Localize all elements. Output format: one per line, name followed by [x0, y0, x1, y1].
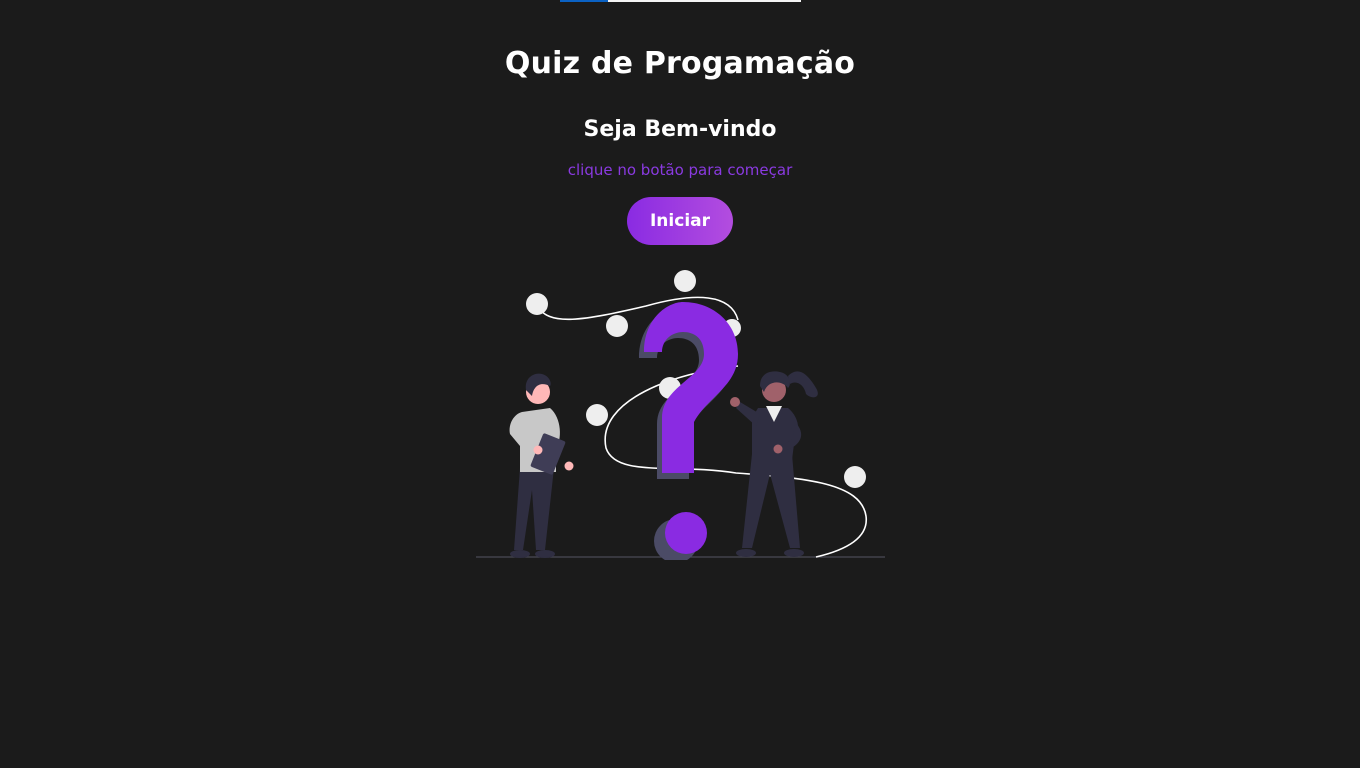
dot-icon: [526, 293, 548, 315]
start-hint-text: clique no botão para começar: [567, 161, 793, 179]
page-title: Quiz de Progamação: [504, 46, 856, 81]
dot-icon: [586, 404, 608, 426]
dot-icon: [844, 466, 866, 488]
person-woman-icon: [730, 371, 818, 557]
person-man-icon: [509, 373, 574, 558]
start-button[interactable]: Iniciar: [627, 197, 733, 245]
question-people-illustration: [476, 270, 885, 560]
dot-icon: [606, 315, 628, 337]
dot-icon: [674, 270, 696, 292]
quiz-progress-bar: [560, 0, 801, 2]
quiz-progress-fill: [560, 0, 609, 2]
welcome-heading: Seja Bem-vindo: [583, 117, 777, 142]
curve-line-bottom: [604, 365, 867, 558]
